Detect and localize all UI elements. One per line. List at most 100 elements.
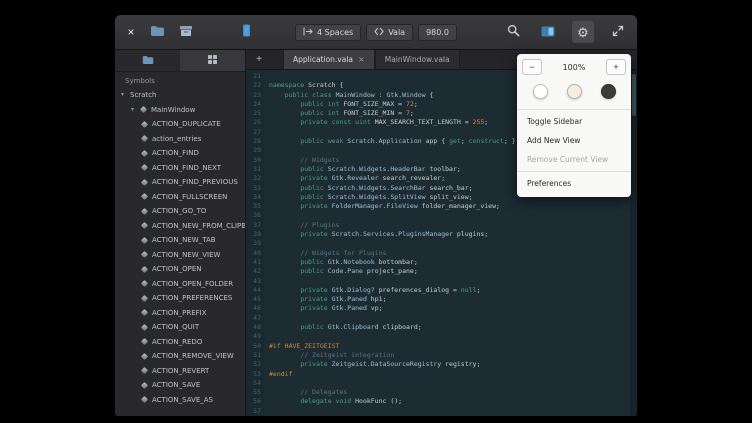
tree-item-ACTION_OPEN_FOLDER[interactable]: ACTION_OPEN_FOLDER [115,277,245,292]
menu-item-preferences[interactable]: Preferences [521,174,627,193]
code-line[interactable]: 52 private Zeitgeist.DataSourceRegistry … [246,360,637,369]
zoom-controls: − 100% + [522,59,626,75]
tree-item-ACTION_GO_TO[interactable]: ACTION_GO_TO [115,204,245,219]
tree-item-ACTION_NEW_FROM_CLIPBOARD[interactable]: ACTION_NEW_FROM_CLIPBOARD [115,219,245,234]
zoom-out-button[interactable]: − [522,59,542,75]
tree-item-label: ACTION_NEW_FROM_CLIPBOARD [152,222,245,230]
code-line[interactable]: 43 [246,277,637,286]
code-line[interactable]: 42 public Code.Pane project_pane; [246,267,637,276]
goto-position-button[interactable]: 980.0 [418,24,457,41]
search-button[interactable] [502,21,524,43]
tab-close-button[interactable]: × [358,56,365,64]
tree-item-ACTION_DUPLICATE[interactable]: ACTION_DUPLICATE [115,117,245,132]
tree-item-ACTION_REDO[interactable]: ACTION_REDO [115,335,245,350]
code-line-text [264,211,269,220]
symbols-view-button[interactable] [180,50,245,71]
search-icon [507,24,520,40]
templates-button[interactable] [175,21,197,43]
line-number: 46 [246,304,264,313]
gear-menu-button[interactable]: ⚙ [572,21,594,43]
code-line[interactable]: 56 delegate void HookFunc (); [246,397,637,406]
code-line[interactable]: 40 // Widgets for Plugins [246,249,637,258]
sidebar-title: Symbols [115,72,245,88]
scheme-light-button[interactable] [533,84,548,99]
code-line-text [264,407,269,416]
code-line[interactable]: 35 private FolderManager.FileView folder… [246,202,637,211]
tree-item-ACTION_REMOVE_VIEW[interactable]: ACTION_REMOVE_VIEW [115,349,245,364]
symbol-diamond-icon [141,324,148,331]
language-button[interactable]: Vala [366,24,413,41]
tree-item-ACTION_FULLSCREEN[interactable]: ACTION_FULLSCREEN [115,190,245,205]
symbol-diamond-icon [141,382,148,389]
bookmark-icon [242,24,251,40]
code-line[interactable]: 53#endif [246,370,637,379]
headerbar: × 4 Spac [115,15,637,50]
menu-item-add-new-view[interactable]: Add New View [521,131,627,150]
code-line-text: private Zeitgeist.DataSourceRegistry reg… [264,360,480,369]
code-line[interactable]: 47 [246,314,637,323]
code-line[interactable]: 39 [246,239,637,248]
menu-item-toggle-sidebar[interactable]: Toggle Sidebar [521,112,627,131]
tree-item-action_entries[interactable]: action_entries [115,132,245,147]
code-line[interactable]: 49 [246,332,637,341]
tree-item-ACTION_QUIT[interactable]: ACTION_QUIT [115,320,245,335]
split-view-button[interactable] [537,21,559,43]
indent-width-button[interactable]: 4 Spaces [295,24,361,41]
tree-item-ACTION_PREFERENCES[interactable]: ACTION_PREFERENCES [115,291,245,306]
code-line-text: // Widgets [264,156,339,165]
tree-item-MainWindow[interactable]: ▾MainWindow [115,103,245,118]
code-line[interactable]: 57 [246,407,637,416]
tree-item-Scratch[interactable]: ▾Scratch [115,88,245,103]
tree-item-ACTION_FIND[interactable]: ACTION_FIND [115,146,245,161]
open-folder-button[interactable] [146,21,168,43]
code-line[interactable]: 54 [246,379,637,388]
tree-item-ACTION_PREFIX[interactable]: ACTION_PREFIX [115,306,245,321]
expander-icon[interactable]: ▾ [121,92,128,98]
tree-item-ACTION_SAVE[interactable]: ACTION_SAVE [115,378,245,393]
tab-MainWindow.vala[interactable]: MainWindow.vala [375,50,460,69]
tab-Application.vala[interactable]: Application.vala × [283,50,375,69]
code-line[interactable]: 55 // Delegates [246,388,637,397]
bookmark-button[interactable] [235,21,257,43]
code-line[interactable]: 51 // Zeitgeist integration [246,351,637,360]
tree-item-ACTION_NEW_VIEW[interactable]: ACTION_NEW_VIEW [115,248,245,263]
tree-item-ACTION_REVERT[interactable]: ACTION_REVERT [115,364,245,379]
code-line[interactable]: 41 public Gtk.Notebook bottombar; [246,258,637,267]
fullscreen-button[interactable] [607,21,629,43]
line-number: 47 [246,314,264,323]
code-line[interactable]: 44 private Gtk.Dialog? preferences_dialo… [246,286,637,295]
tree-item-ACTION_NEW_TAB[interactable]: ACTION_NEW_TAB [115,233,245,248]
tab-label: Application.vala [293,55,353,64]
code-line[interactable]: 46 private Gtk.Paned vp; [246,304,637,313]
code-line-text: public int FONT_SIZE_MAX = 72; [264,100,418,109]
tree-item-ACTION_FIND_PREVIOUS[interactable]: ACTION_FIND_PREVIOUS [115,175,245,190]
menu-separator [517,171,631,172]
code-line[interactable]: 36 [246,211,637,220]
line-number: 28 [246,137,264,146]
zoom-in-button[interactable]: + [606,59,626,75]
code-line[interactable]: 48 public Gtk.Clipboard clipboard; [246,323,637,332]
close-button[interactable]: × [123,26,139,38]
code-line[interactable]: 50#if HAVE_ZEITGEIST [246,342,637,351]
tree-item-ACTION_FIND_NEXT[interactable]: ACTION_FIND_NEXT [115,161,245,176]
editor-scrollbar-track[interactable] [630,69,637,416]
code-line-text: private Gtk.Paned hp1; [264,295,386,304]
tree-item-label: ACTION_GO_TO [152,207,206,215]
code-line[interactable]: 38 private Scratch.Services.PluginsManag… [246,230,637,239]
code-line[interactable]: 37 // Plugins [246,221,637,230]
tree-item-ACTION_SAVE_AS[interactable]: ACTION_SAVE_AS [115,393,245,408]
line-number: 25 [246,109,264,118]
expander-icon[interactable]: ▾ [131,107,138,113]
files-view-button[interactable] [115,50,180,71]
scheme-dark-button[interactable] [601,84,616,99]
editor-scrollbar-thumb[interactable] [632,74,636,116]
symbol-diamond-icon [141,338,148,345]
symbol-diamond-icon [141,367,148,374]
tree-item-ACTION_OPEN[interactable]: ACTION_OPEN [115,262,245,277]
scheme-sepia-button[interactable] [567,84,582,99]
new-tab-button[interactable]: + [249,50,269,69]
code-line[interactable]: 45 private Gtk.Paned hp1; [246,295,637,304]
menu-separator [517,109,631,110]
code-line-text [264,379,269,388]
symbol-diamond-icon [141,280,148,287]
